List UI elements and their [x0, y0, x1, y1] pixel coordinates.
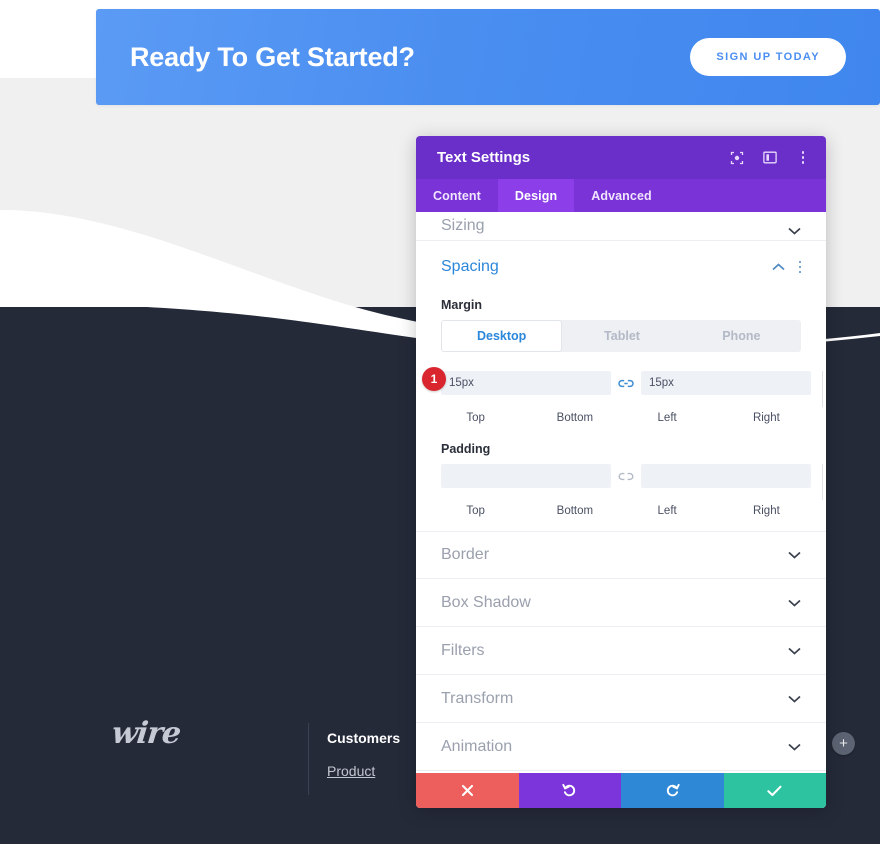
margin-left-label: Left: [657, 412, 677, 424]
margin-top-input[interactable]: [441, 371, 611, 395]
padding-top-input[interactable]: [441, 464, 611, 488]
section-box-shadow[interactable]: Box Shadow: [416, 579, 826, 627]
section-box-shadow-label: Box Shadow: [441, 593, 531, 611]
modal-header: Text Settings: [416, 136, 826, 179]
section-spacing-header[interactable]: Spacing: [416, 241, 826, 293]
sign-up-button[interactable]: SIGN UP TODAY: [690, 38, 846, 76]
device-tab-desktop[interactable]: Desktop: [441, 320, 563, 352]
chevron-down-icon: [788, 551, 801, 559]
layout-icon[interactable]: [763, 151, 777, 165]
footer-link-product[interactable]: Product: [327, 763, 375, 779]
tab-content[interactable]: Content: [416, 179, 498, 212]
margin-bottom-label: Bottom: [556, 412, 594, 424]
cancel-button[interactable]: [416, 773, 519, 808]
modal-body: Sizing Spacing Margin Desktop Tablet Pho…: [416, 212, 826, 773]
section-sizing-label: Sizing: [441, 217, 485, 234]
padding-right-label: Right: [752, 505, 780, 517]
page-scrollbar-track[interactable]: [866, 0, 880, 844]
chevron-down-icon: [788, 647, 801, 655]
margin-field-labels: Top Bottom Left Right: [441, 412, 801, 424]
padding-separator: [822, 464, 823, 500]
section-animation[interactable]: Animation: [416, 723, 826, 771]
cta-banner: Ready To Get Started? SIGN UP TODAY: [96, 9, 880, 105]
close-icon: [461, 784, 474, 797]
section-filters[interactable]: Filters: [416, 627, 826, 675]
padding-left-label: Left: [657, 505, 677, 517]
section-spacing: Spacing Margin Desktop Tablet Phone 1 15…: [416, 241, 826, 531]
site-logo: wire: [110, 716, 182, 751]
undo-button[interactable]: [518, 773, 621, 808]
padding-fields: [441, 464, 823, 500]
redo-icon: [665, 783, 680, 798]
margin-device-tabs: Desktop Tablet Phone: [441, 320, 801, 352]
section-transform[interactable]: Transform: [416, 675, 826, 723]
modal-tabs: Content Design Advanced: [416, 179, 826, 212]
padding-field-labels: Top Bottom Left Right: [441, 505, 801, 517]
text-settings-modal: Text Settings Content Design Advanced Si…: [416, 136, 826, 808]
footer-column-customers: Customers Product: [327, 730, 400, 781]
modal-title: Text Settings: [437, 149, 531, 166]
unlink-icon-padding-top-bottom[interactable]: [611, 471, 641, 482]
chevron-up-icon[interactable]: [771, 263, 785, 271]
link-icon-margin-top-bottom[interactable]: [611, 378, 641, 389]
annotation-badge-1: 1: [422, 367, 446, 391]
padding-bottom-input[interactable]: [641, 464, 811, 488]
section-transform-label: Transform: [441, 689, 514, 707]
section-options-icon[interactable]: [798, 260, 801, 274]
section-animation-label: Animation: [441, 737, 513, 755]
add-module-button[interactable]: +: [832, 732, 855, 755]
section-border[interactable]: Border: [416, 531, 826, 579]
modal-footer: [416, 773, 826, 808]
modal-header-icons: [730, 151, 810, 165]
section-border-label: Border: [441, 546, 490, 563]
focus-icon[interactable]: [730, 151, 744, 165]
chevron-down-icon: [788, 227, 801, 235]
margin-bottom-input[interactable]: [641, 371, 811, 395]
section-sizing[interactable]: Sizing: [416, 212, 826, 241]
more-vertical-icon[interactable]: [796, 151, 810, 165]
redo-button[interactable]: [621, 773, 724, 808]
margin-label: Margin: [441, 298, 482, 312]
padding-label: Padding: [441, 442, 491, 456]
chevron-down-icon: [788, 599, 801, 607]
chevron-down-icon: [788, 743, 801, 751]
check-icon: [767, 785, 782, 797]
margin-separator: [822, 371, 823, 407]
margin-fields: 1: [422, 367, 823, 407]
footer-divider: [308, 723, 309, 795]
undo-icon: [562, 783, 577, 798]
device-tab-tablet[interactable]: Tablet: [562, 320, 681, 352]
tab-advanced[interactable]: Advanced: [574, 179, 669, 212]
spacing-body: Margin Desktop Tablet Phone 1 15px 15px …: [416, 298, 826, 531]
footer-column-heading: Customers: [327, 730, 401, 746]
margin-top-label: Top: [466, 412, 485, 424]
cta-title: Ready To Get Started?: [130, 41, 415, 72]
margin-right-label: Right: [752, 412, 780, 424]
save-button[interactable]: [723, 773, 826, 808]
tab-design[interactable]: Design: [497, 179, 575, 212]
chevron-down-icon: [788, 695, 801, 703]
device-tab-phone[interactable]: Phone: [682, 320, 801, 352]
padding-top-label: Top: [466, 505, 485, 517]
padding-bottom-label: Bottom: [556, 505, 594, 517]
section-spacing-label: Spacing: [441, 258, 499, 275]
section-filters-label: Filters: [441, 641, 485, 659]
